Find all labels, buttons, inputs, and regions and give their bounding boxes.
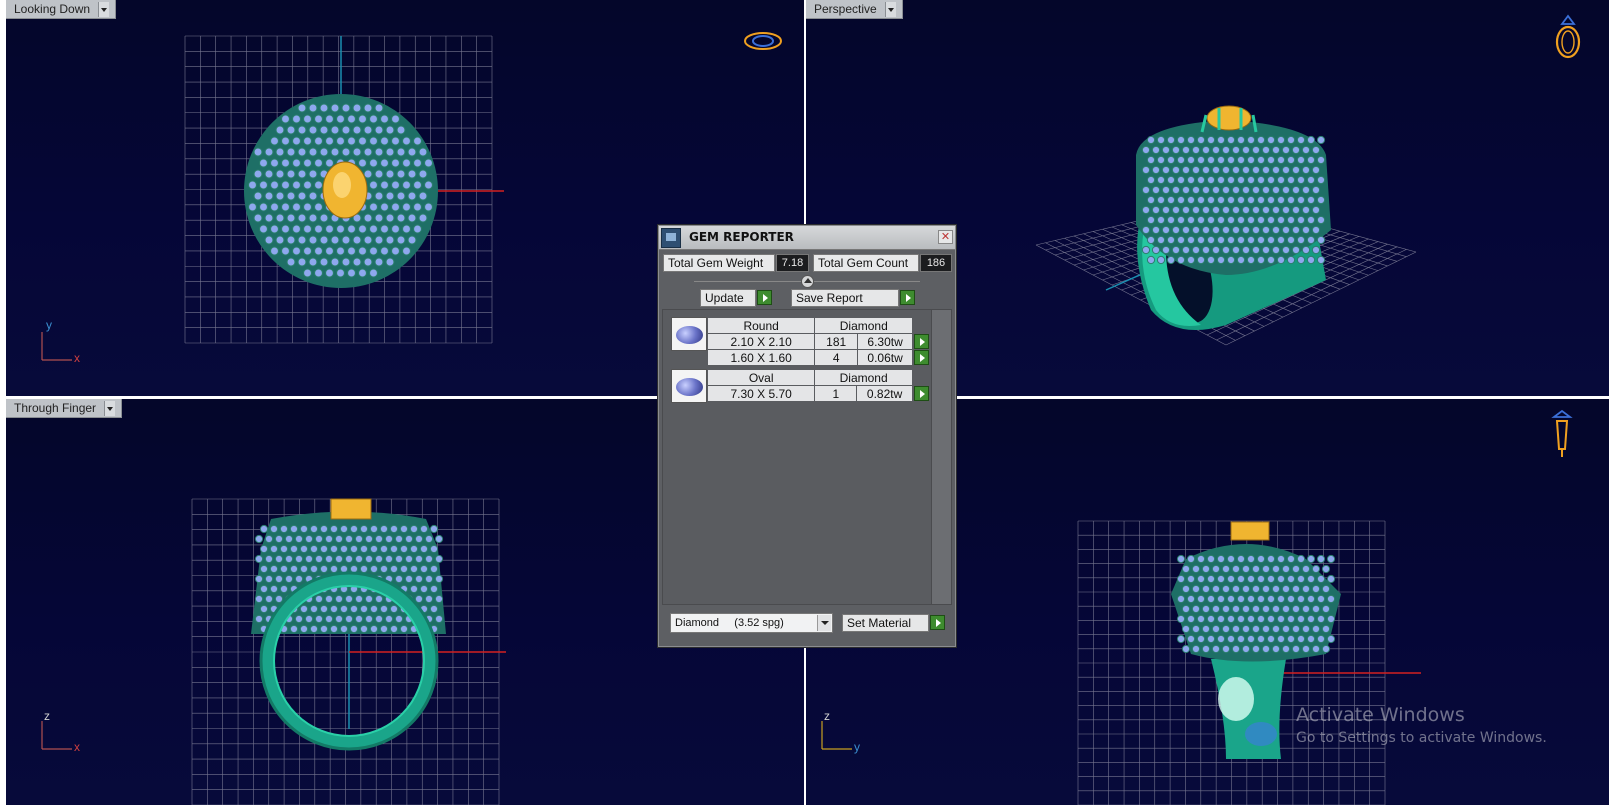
center-stone: [330, 498, 372, 520]
gem-count: 1: [814, 385, 858, 402]
update-go-icon[interactable]: [757, 290, 772, 305]
axis-label-y: y: [854, 740, 860, 754]
collapse-toggle[interactable]: [801, 275, 814, 288]
save-report-go-icon[interactable]: [900, 290, 915, 305]
row-go-icon[interactable]: [913, 385, 929, 401]
dialog-title: GEM REPORTER: [689, 230, 794, 244]
viewport-title: Through Finger: [14, 400, 97, 415]
gem-reporter-dialog[interactable]: GEM REPORTER ✕ Total Gem Weight 7.18 Tot…: [657, 224, 957, 648]
oval-gem-thumbnail-icon: [671, 369, 707, 403]
gem-count: 181: [814, 333, 858, 350]
axis-gizmo: [41, 721, 72, 750]
table-row[interactable]: 2.10 X 2.10 181 6.30tw: [706, 333, 930, 350]
axis-label-z: z: [44, 709, 50, 723]
viewport-menu-through-finger[interactable]: Through Finger: [6, 399, 123, 418]
gem-weight: 0.06tw: [856, 349, 914, 366]
chevron-down-icon[interactable]: [884, 1, 896, 17]
gem-list-panel[interactable]: Round Diamond 2.10 X 2.10 181 6.30tw 1.6…: [662, 309, 952, 605]
save-report-button[interactable]: Save Report: [791, 289, 899, 307]
table-row[interactable]: 7.30 X 5.70 1 0.82tw: [706, 385, 929, 402]
chevron-down-icon[interactable]: [817, 615, 831, 631]
gem-group-table: Oval Diamond 7.30 X 5.70 1 0.82tw: [706, 369, 929, 402]
viewport-title: Looking Down: [14, 1, 91, 16]
total-gem-weight-value: 7.18: [776, 254, 809, 272]
gem-material: Diamond: [814, 369, 913, 386]
gem-weight: 6.30tw: [856, 333, 914, 350]
set-material-button[interactable]: Set Material: [842, 614, 929, 632]
row-go-icon[interactable]: [914, 333, 930, 349]
ring-perspective-icon[interactable]: [1550, 10, 1586, 60]
gem-size: 2.10 X 2.10: [706, 333, 816, 350]
material-select[interactable]: Diamond (3.52 spg): [670, 613, 833, 633]
axis-label-x: x: [74, 740, 80, 754]
activate-windows-watermark: Activate Windows Go to Settings to activ…: [1296, 704, 1547, 746]
center-stone: [1230, 521, 1270, 541]
ring-top-view-icon[interactable]: [742, 28, 784, 54]
set-material-go-icon[interactable]: [930, 615, 945, 630]
viewport-menu-perspective[interactable]: Perspective: [806, 0, 903, 19]
gem-shape: Round: [706, 317, 816, 334]
gem-size: 7.30 X 5.70: [706, 385, 816, 402]
dialog-title-bar[interactable]: GEM REPORTER ✕: [659, 226, 955, 250]
viewport-menu-looking-down[interactable]: Looking Down: [6, 0, 117, 19]
ring-head: [1171, 544, 1341, 662]
round-gem-thumbnail-icon: [671, 317, 707, 351]
gem-weight: 0.82tw: [856, 385, 913, 402]
axis-gizmo: [41, 332, 72, 361]
gem-count: 4: [814, 349, 858, 366]
chevron-down-icon[interactable]: [98, 1, 110, 17]
axis-label-y: y: [46, 318, 52, 332]
table-row[interactable]: 1.60 X 1.60 4 0.06tw: [706, 349, 930, 366]
axis-label-x: x: [74, 351, 80, 365]
gem-size: 1.60 X 1.60: [706, 349, 816, 366]
watermark-line-2: Go to Settings to activate Windows.: [1296, 730, 1547, 746]
axis-gizmo: [821, 721, 852, 750]
watermark-line-1: Activate Windows: [1296, 704, 1465, 726]
total-gem-weight-label: Total Gem Weight: [663, 254, 775, 272]
update-button[interactable]: Update: [700, 289, 756, 307]
gem-group-table: Round Diamond 2.10 X 2.10 181 6.30tw 1.6…: [706, 317, 930, 366]
chevron-down-icon[interactable]: [104, 400, 116, 416]
row-go-icon[interactable]: [914, 349, 930, 365]
total-gem-count-value: 186: [920, 254, 952, 272]
axis-label-z: z: [824, 709, 830, 723]
gem-reporter-icon: [661, 228, 681, 248]
ring-side-view-icon[interactable]: [1550, 409, 1574, 461]
material-select-value: Diamond (3.52 spg): [675, 617, 784, 629]
close-button[interactable]: ✕: [938, 230, 953, 244]
viewport-title: Perspective: [814, 1, 877, 16]
gem-shape: Oval: [706, 369, 816, 386]
total-gem-count-label: Total Gem Count: [813, 254, 919, 272]
gem-material: Diamond: [814, 317, 914, 334]
center-stone: [1206, 105, 1252, 131]
list-scrollbar[interactable]: [931, 310, 951, 604]
